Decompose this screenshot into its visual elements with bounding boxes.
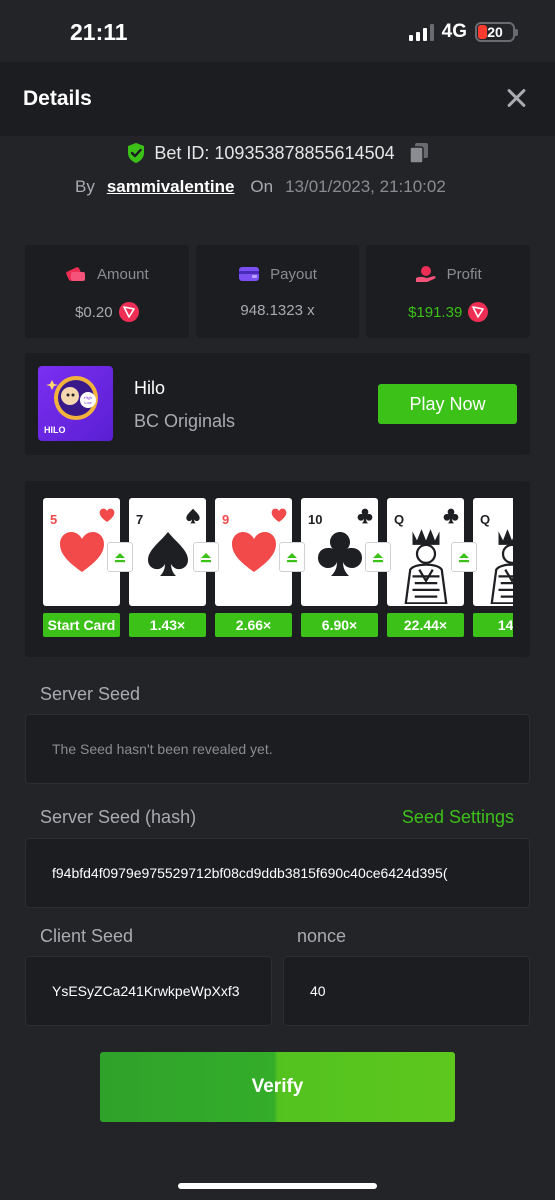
- svg-text:Low: Low: [84, 400, 91, 405]
- bet-author-row: By sammivalentine On 13/01/2023, 21:10:0…: [75, 177, 446, 197]
- copy-icon[interactable]: [408, 142, 429, 164]
- profit-label: Profit: [446, 265, 482, 283]
- battery-icon: 20: [475, 22, 518, 42]
- start-card-badge: Start Card: [43, 613, 120, 637]
- profit-icon: [415, 266, 436, 282]
- spade-suit-icon: [186, 508, 200, 524]
- details-header: Details: [0, 62, 555, 136]
- bet-id: Bet ID: 109353878855614504: [154, 142, 395, 163]
- amount-icon: [66, 267, 85, 281]
- multiplier-badge: 1.43×: [129, 613, 206, 637]
- client-seed-label: Client Seed: [40, 926, 134, 946]
- bet-id-row: Bet ID: 109353878855614504: [0, 142, 555, 164]
- status-time: 21:11: [70, 19, 128, 45]
- bet-stats: Amount $0.20 Payout 948.1323 x Profit $1…: [25, 245, 531, 338]
- user-link[interactable]: sammivalentine: [107, 177, 235, 197]
- card-rank: 9: [222, 512, 230, 527]
- nonce-value: 40: [310, 983, 326, 999]
- server-hash-label: Server Seed (hash): [40, 807, 197, 827]
- higher-arrow-icon: [451, 542, 477, 572]
- queen-face-icon: [404, 529, 448, 604]
- wallet-icon: [239, 267, 260, 281]
- card-rank: 5: [50, 512, 58, 527]
- home-indicator[interactable]: [178, 1183, 377, 1189]
- amount-stat: Amount $0.20: [25, 245, 189, 338]
- club-suit-icon: [443, 508, 459, 524]
- nonce-label: nonce: [297, 926, 347, 946]
- battery-level: 20: [487, 24, 503, 40]
- multiplier-badge: 22.44×: [387, 613, 464, 637]
- trx-coin-icon: [118, 302, 139, 322]
- bet-datetime: 13/01/2023, 21:10:02: [285, 177, 446, 196]
- nonce-field[interactable]: 40: [283, 956, 530, 1026]
- client-seed-value: YsESyZCa241KrwkpeWpXxf3: [52, 983, 240, 999]
- server-seed-field: The Seed hasn't been revealed yet.: [25, 714, 530, 784]
- page-title: Details: [23, 87, 92, 110]
- card-rank: 10: [308, 512, 323, 527]
- server-seed-label: Server Seed: [40, 684, 141, 704]
- status-indicators: 4G 20: [408, 21, 518, 43]
- verify-button[interactable]: Verify: [100, 1052, 455, 1122]
- server-seed-value: The Seed hasn't been revealed yet.: [52, 741, 273, 757]
- multiplier-badge: 145.: [473, 613, 513, 637]
- trx-coin-icon: [468, 302, 489, 322]
- heart-suit-large-icon: [232, 532, 276, 572]
- amount-label: Amount: [96, 265, 149, 283]
- club-suit-icon: [357, 508, 373, 524]
- game-thumbnail[interactable]: High Low HILO: [38, 366, 113, 441]
- payout-value: 948.1323 x: [240, 302, 315, 319]
- amount-value: $0.20: [75, 303, 113, 321]
- multiplier-badge: 6.90×: [301, 613, 378, 637]
- game-name: Hilo: [134, 378, 166, 398]
- server-hash-field[interactable]: f94bfd4f0979e975529712bf08cd9ddb3815f690…: [25, 838, 530, 908]
- multiplier-badge: 2.66×: [215, 613, 292, 637]
- seed-settings-link[interactable]: Seed Settings: [402, 807, 514, 828]
- heart-suit-icon: [99, 508, 115, 522]
- signal-icon: [408, 23, 434, 41]
- payout-stat: Payout 948.1323 x: [195, 245, 360, 338]
- heart-suit-large-icon: [60, 532, 104, 572]
- higher-arrow-icon: [279, 542, 305, 572]
- game-card: High Low HILO Hilo BC Originals Play Now: [25, 353, 530, 455]
- playing-card: Q: [473, 498, 513, 606]
- queen-face-icon: [490, 529, 513, 604]
- network-type: 4G: [441, 21, 467, 42]
- game-thumb-label: HILO: [44, 425, 66, 435]
- on-label: On: [250, 177, 274, 196]
- spade-suit-large-icon: [148, 532, 188, 576]
- payout-label: Payout: [270, 265, 317, 283]
- card-history: 5 Start Card 7 1.43× 9 2.66× 10 6.90× Q 22.44× Q 14…: [25, 481, 530, 657]
- client-seed-field[interactable]: YsESyZCa241KrwkpeWpXxf3: [25, 956, 272, 1026]
- card-rank: 7: [136, 512, 144, 527]
- game-provider: BC Originals: [134, 411, 236, 431]
- higher-arrow-icon: [365, 542, 391, 572]
- close-icon[interactable]: [505, 86, 529, 110]
- shield-check-icon: [128, 143, 145, 163]
- by-label: By: [75, 177, 95, 196]
- heart-suit-icon: [271, 508, 287, 522]
- card-strip[interactable]: 5 Start Card 7 1.43× 9 2.66× 10 6.90× Q 22.44× Q 14…: [43, 498, 513, 638]
- status-bar: 21:11 4G 20: [0, 0, 555, 62]
- server-hash-value: f94bfd4f0979e975529712bf08cd9ddb3815f690…: [52, 865, 448, 881]
- profit-stat: Profit $191.39: [366, 245, 531, 338]
- higher-arrow-icon: [193, 542, 219, 572]
- play-now-button[interactable]: Play Now: [378, 384, 517, 424]
- profit-value: $191.39: [408, 303, 463, 321]
- club-suit-large-icon: [318, 532, 362, 576]
- higher-arrow-icon: [107, 542, 133, 572]
